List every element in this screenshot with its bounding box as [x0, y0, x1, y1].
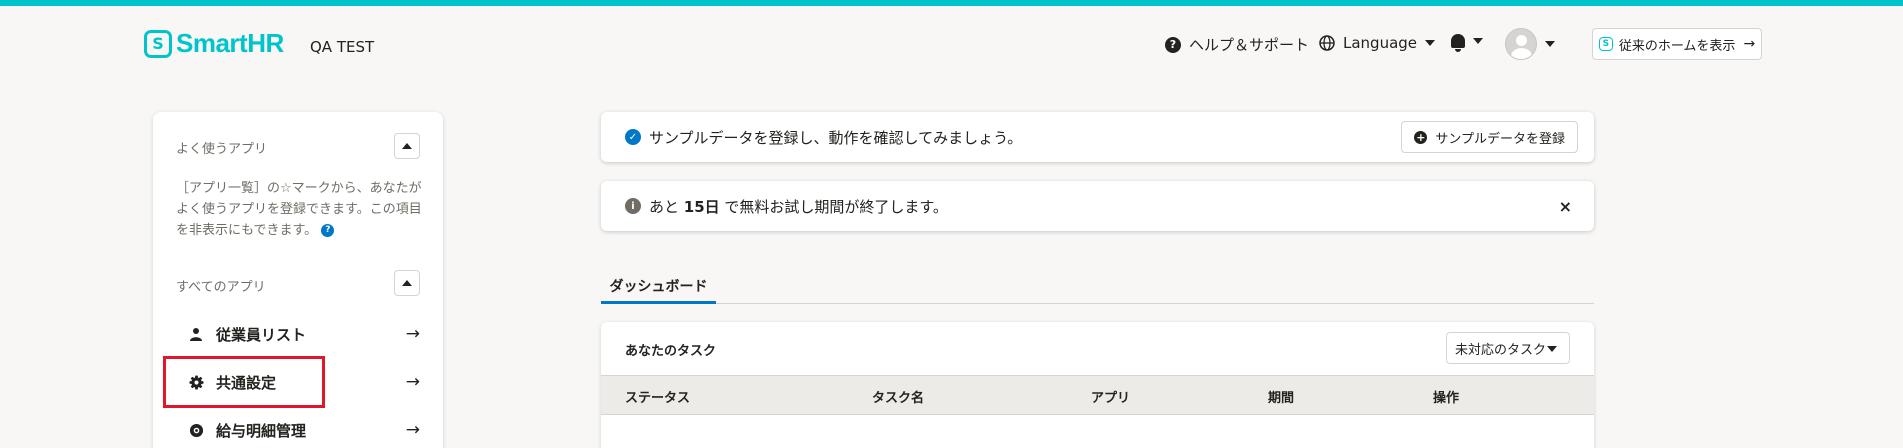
task-filter-value: 未対応のタスク — [1455, 342, 1547, 358]
all-apps-heading: すべてのアプリ — [176, 280, 266, 295]
globe-icon — [1319, 35, 1335, 51]
all-apps-collapse-button[interactable] — [394, 270, 420, 296]
sample-data-banner: ✓ サンプルデータを登録し、動作を確認してみましょう。 + サンプルデータを登録 — [601, 112, 1594, 162]
favorites-heading: よく使うアプリ — [176, 142, 268, 157]
register-sample-data-label: サンプルデータを登録 — [1435, 131, 1565, 147]
legacy-home-button[interactable]: S 従来のホームを表示 → — [1592, 28, 1762, 60]
sidebar-item-employee-list[interactable]: 従業員リスト → — [188, 316, 420, 352]
info-icon: i — [625, 198, 641, 214]
column-header-app[interactable]: アプリ — [1091, 387, 1130, 406]
avatar — [1505, 28, 1537, 60]
language-label: Language — [1343, 34, 1418, 52]
sidebar-item-label: 従業員リスト — [216, 325, 307, 344]
column-header-task-name[interactable]: タスク名 — [872, 387, 924, 406]
arrow-right-icon: → — [1743, 36, 1756, 52]
chevron-down-icon — [1547, 346, 1557, 352]
smarthr-logo-mark-icon: S — [144, 29, 172, 58]
check-circle-icon: ✓ — [625, 129, 641, 145]
trial-message-suffix: で無料お試し期間が終了します。 — [719, 197, 948, 216]
help-support-link[interactable]: ? ヘルプ＆サポート — [1165, 34, 1309, 55]
payslip-icon — [188, 423, 204, 438]
chevron-up-icon — [402, 280, 412, 286]
annotation-highlight-box — [163, 356, 325, 408]
close-icon[interactable]: × — [1559, 197, 1572, 216]
my-tasks-title: あなたのタスク — [625, 344, 717, 359]
legacy-home-label: 従来のホームを表示 — [1618, 38, 1736, 54]
task-filter-select[interactable]: 未対応のタスク — [1446, 332, 1570, 364]
help-support-label: ヘルプ＆サポート — [1189, 36, 1310, 54]
notifications-dropdown[interactable] — [1451, 34, 1483, 52]
help-icon[interactable]: ? — [321, 224, 335, 237]
user-menu-dropdown[interactable] — [1505, 28, 1555, 60]
plus-circle-icon: + — [1414, 130, 1428, 144]
person-icon — [188, 327, 204, 341]
favorites-description: ［アプリ一覧］の☆マークから、あなたがよく使うアプリを登録できます。この項目を非… — [176, 178, 424, 241]
chevron-down-icon — [1545, 41, 1555, 47]
language-dropdown[interactable]: Language — [1319, 34, 1436, 52]
smarthr-small-logo-icon: S — [1598, 37, 1613, 51]
favorites-collapse-button[interactable] — [394, 133, 420, 159]
arrow-right-icon: → — [405, 420, 420, 440]
task-table-header: ステータス タスク名 アプリ 期間 操作 — [601, 375, 1594, 415]
sample-data-message: サンプルデータを登録し、動作を確認してみましょう。 — [649, 128, 1023, 147]
sidebar-item-label: 給与明細管理 — [216, 421, 307, 440]
chevron-down-icon — [1425, 40, 1436, 46]
arrow-right-icon: → — [405, 324, 420, 344]
tab-dashboard[interactable]: ダッシュボード — [601, 270, 716, 304]
tenant-name: QA TEST — [310, 38, 375, 56]
trial-message-prefix: あと — [649, 197, 684, 216]
arrow-right-icon: → — [405, 372, 420, 392]
chevron-down-icon — [1473, 38, 1483, 44]
smarthr-logo[interactable]: S SmartHR — [144, 28, 284, 59]
column-header-period[interactable]: 期間 — [1268, 387, 1294, 406]
trial-period-banner: i あと 15日 で無料お試し期間が終了します。 × — [601, 181, 1594, 231]
sidebar-item-payslip-management[interactable]: 給与明細管理 → — [188, 412, 420, 448]
column-header-actions: 操作 — [1433, 391, 1460, 406]
global-header: S SmartHR QA TEST ? ヘルプ＆サポート Language S … — [0, 6, 1903, 80]
chevron-up-icon — [402, 143, 412, 149]
column-header-status[interactable]: ステータス — [625, 387, 690, 406]
bell-icon — [1451, 34, 1465, 52]
smarthr-logo-text: SmartHR — [176, 28, 284, 58]
favorites-description-text: ［アプリ一覧］の☆マークから、あなたがよく使うアプリを登録できます。この項目を非… — [176, 181, 422, 238]
register-sample-data-button[interactable]: + サンプルデータを登録 — [1401, 121, 1578, 153]
trial-days-remaining: 15日 — [683, 197, 720, 216]
dashboard-tabs: ダッシュボード — [601, 270, 1594, 304]
my-tasks-panel: あなたのタスク 未対応のタスク ステータス タスク名 アプリ 期間 操作 — [601, 322, 1594, 448]
help-icon: ? — [1165, 36, 1181, 53]
